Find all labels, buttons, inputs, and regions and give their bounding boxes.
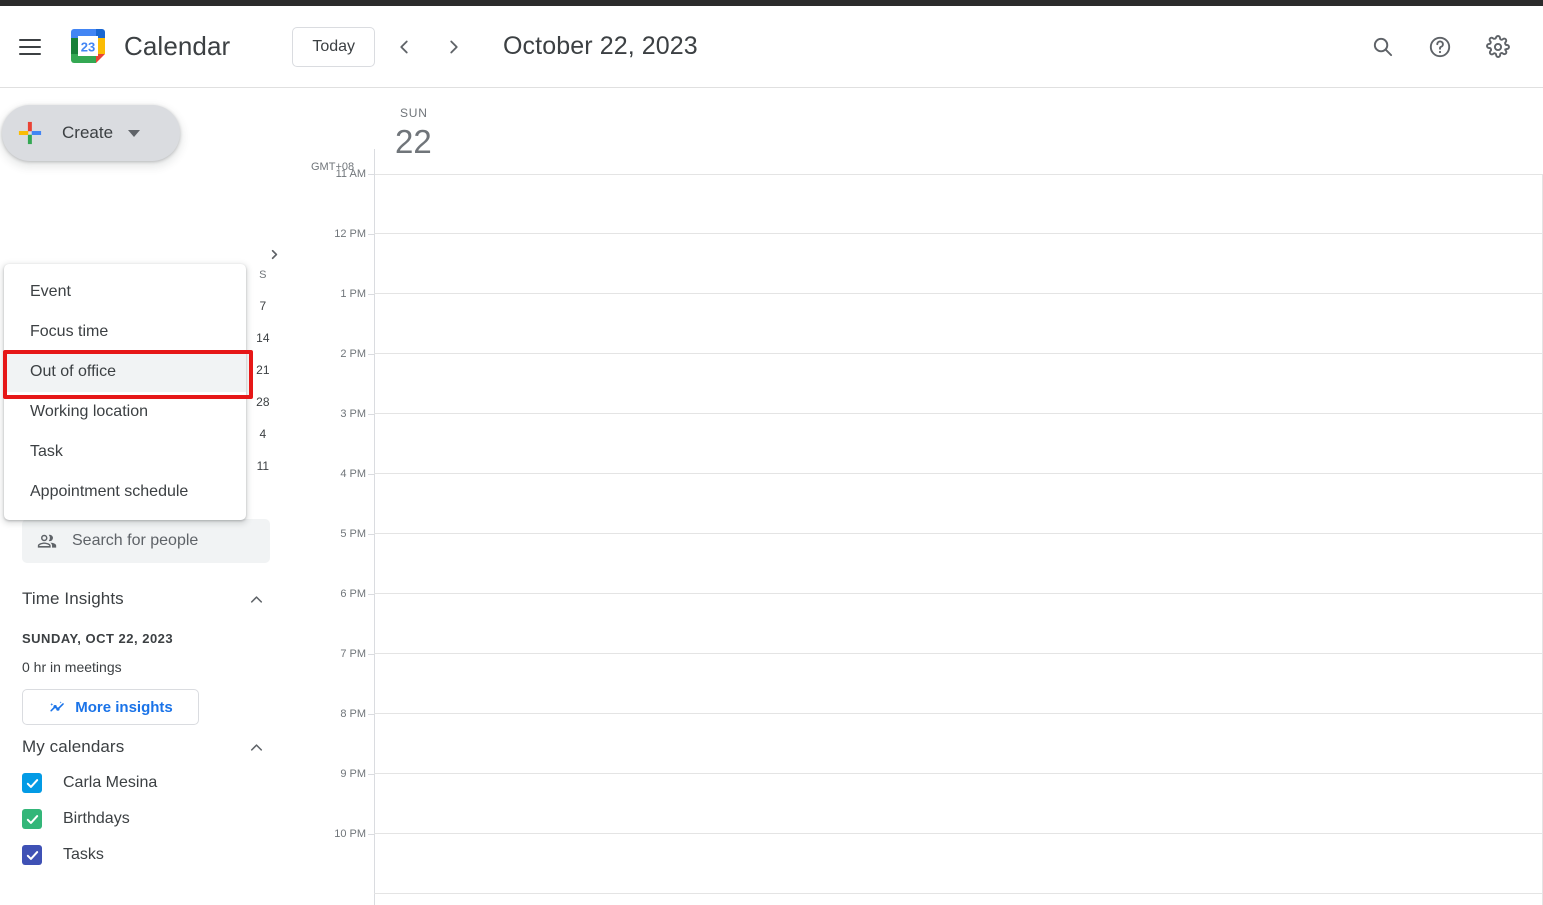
mini-calendar-day[interactable]: 14 <box>244 331 282 345</box>
search-button[interactable] <box>1359 24 1405 70</box>
time-insights-meetings: 0 hr in meetings <box>22 659 122 675</box>
day-number-label[interactable]: 22 <box>395 123 432 161</box>
menu-item-task[interactable]: Task <box>4 432 246 472</box>
hour-slot[interactable] <box>374 294 1543 354</box>
menu-item-working-location[interactable]: Working location <box>4 392 246 432</box>
calendar-logo[interactable]: 23 <box>68 26 110 68</box>
time-insights-title: Time Insights <box>22 589 124 608</box>
insights-icon <box>50 700 65 711</box>
next-day-button[interactable] <box>433 26 475 68</box>
hamburger-icon[interactable] <box>6 23 54 71</box>
hour-label: 1 PM <box>340 288 366 300</box>
app-header: 23 Calendar Today October 22, 2023 <box>0 6 1543 88</box>
hour-slot[interactable] <box>374 534 1543 594</box>
help-icon <box>1429 36 1451 57</box>
calendar-name: Carla Mesina <box>63 774 158 791</box>
hour-slot[interactable] <box>374 594 1543 654</box>
hour-label: 6 PM <box>340 588 366 600</box>
calendar-app: 23 Calendar Today October 22, 2023 Creat… <box>0 0 1543 905</box>
hour-label: 5 PM <box>340 528 366 540</box>
menu-item-event[interactable]: Event <box>4 272 246 312</box>
hour-label: 7 PM <box>340 648 366 660</box>
create-button[interactable]: Create <box>2 105 180 161</box>
hour-slot[interactable] <box>374 834 1543 894</box>
calendar-logo-icon: 23 <box>71 28 105 63</box>
my-calendars-header[interactable]: My calendars <box>22 737 266 757</box>
chevron-left-icon <box>400 40 408 53</box>
menu-item-appointment-schedule[interactable]: Appointment schedule <box>4 472 246 512</box>
sidebar: Create S 7 14 21 28 4 11 Event Focus tim… <box>0 89 300 905</box>
my-calendars-title: My calendars <box>22 737 125 756</box>
hour-label: 2 PM <box>340 348 366 360</box>
my-calendars-section: My calendars Carla Mesina Birthdays Task… <box>22 737 280 865</box>
calendar-checkbox[interactable] <box>22 773 42 793</box>
google-plus-icon <box>18 121 42 145</box>
mini-calendar-day[interactable]: 28 <box>244 395 282 409</box>
hour-slot[interactable] <box>374 354 1543 414</box>
time-insights-section: Time Insights SUNDAY, OCT 22, 2023 0 hr … <box>22 589 280 725</box>
calendar-item-tasks[interactable]: Tasks <box>22 845 280 865</box>
hour-slot[interactable] <box>374 714 1543 774</box>
menu-item-out-of-office[interactable]: Out of office <box>4 352 246 392</box>
chevron-up-icon[interactable] <box>247 590 266 609</box>
people-icon <box>37 534 57 548</box>
hour-slot[interactable] <box>374 414 1543 474</box>
calendar-name: Tasks <box>63 846 104 863</box>
more-insights-label: More insights <box>75 698 173 716</box>
calendar-item-birthdays[interactable]: Birthdays <box>22 809 280 829</box>
mini-calendar-next-month-button[interactable] <box>267 247 282 266</box>
day-of-week-label: SUN <box>400 106 428 120</box>
chevron-right-icon <box>271 249 278 260</box>
calendar-item-carla-mesina[interactable]: Carla Mesina <box>22 773 280 793</box>
hour-slot[interactable] <box>374 174 1543 234</box>
day-view: SUN 22 GMT+08 11 AM 12 PM 1 PM 2 PM 3 PM 4 PM… <box>300 89 1543 905</box>
create-button-label: Create <box>62 123 114 142</box>
chevron-down-icon <box>128 129 141 137</box>
mini-calendar-dow-s: S <box>259 269 267 281</box>
more-insights-button[interactable]: More insights <box>22 689 199 725</box>
mini-calendar-day[interactable]: 7 <box>244 299 282 313</box>
mini-calendar-day[interactable]: 4 <box>244 427 282 441</box>
hour-label: 3 PM <box>340 408 366 420</box>
time-grid[interactable]: 11 AM 12 PM 1 PM 2 PM 3 PM 4 PM 5 PM 6 PM 7 PM 8 … <box>300 168 1543 905</box>
hour-label: 10 PM <box>334 828 366 840</box>
previous-day-button[interactable] <box>383 26 425 68</box>
mini-calendar-day[interactable]: 11 <box>244 459 282 473</box>
check-icon <box>26 850 38 860</box>
calendar-name: Birthdays <box>63 810 130 827</box>
search-for-people-input[interactable]: Search for people <box>22 519 270 563</box>
hour-slot[interactable] <box>374 474 1543 534</box>
calendar-checkbox[interactable] <box>22 845 42 865</box>
time-insights-date: SUNDAY, OCT 22, 2023 <box>22 631 174 646</box>
check-icon <box>26 814 38 824</box>
settings-button[interactable] <box>1475 24 1521 70</box>
mini-calendar-day[interactable]: 21 <box>244 363 282 377</box>
search-icon <box>1373 37 1392 57</box>
hour-slot[interactable] <box>374 654 1543 714</box>
help-button[interactable] <box>1417 24 1463 70</box>
hour-label: 8 PM <box>340 708 366 720</box>
hour-label: 12 PM <box>334 228 366 240</box>
search-for-people-placeholder: Search for people <box>72 532 199 549</box>
hour-label: 9 PM <box>340 768 366 780</box>
menu-item-focus-time[interactable]: Focus time <box>4 312 246 352</box>
calendar-checkbox[interactable] <box>22 809 42 829</box>
svg-text:23: 23 <box>81 39 95 54</box>
current-date-title: October 22, 2023 <box>503 32 698 60</box>
time-insights-header[interactable]: Time Insights <box>22 589 266 609</box>
today-button[interactable]: Today <box>292 26 376 67</box>
check-icon <box>26 778 38 788</box>
day-view-header: SUN 22 GMT+08 <box>300 89 1543 174</box>
chevron-right-icon <box>450 40 458 53</box>
hour-slot[interactable] <box>374 774 1543 834</box>
hour-label: 4 PM <box>340 468 366 480</box>
chevron-up-icon[interactable] <box>247 738 266 757</box>
gear-icon <box>1486 34 1510 58</box>
header-actions <box>1359 24 1521 70</box>
hour-slot[interactable] <box>374 234 1543 294</box>
create-dropdown-menu: Event Focus time Out of office Working l… <box>4 264 246 520</box>
hour-label: 11 AM <box>335 168 366 180</box>
app-title: Calendar <box>124 31 231 61</box>
